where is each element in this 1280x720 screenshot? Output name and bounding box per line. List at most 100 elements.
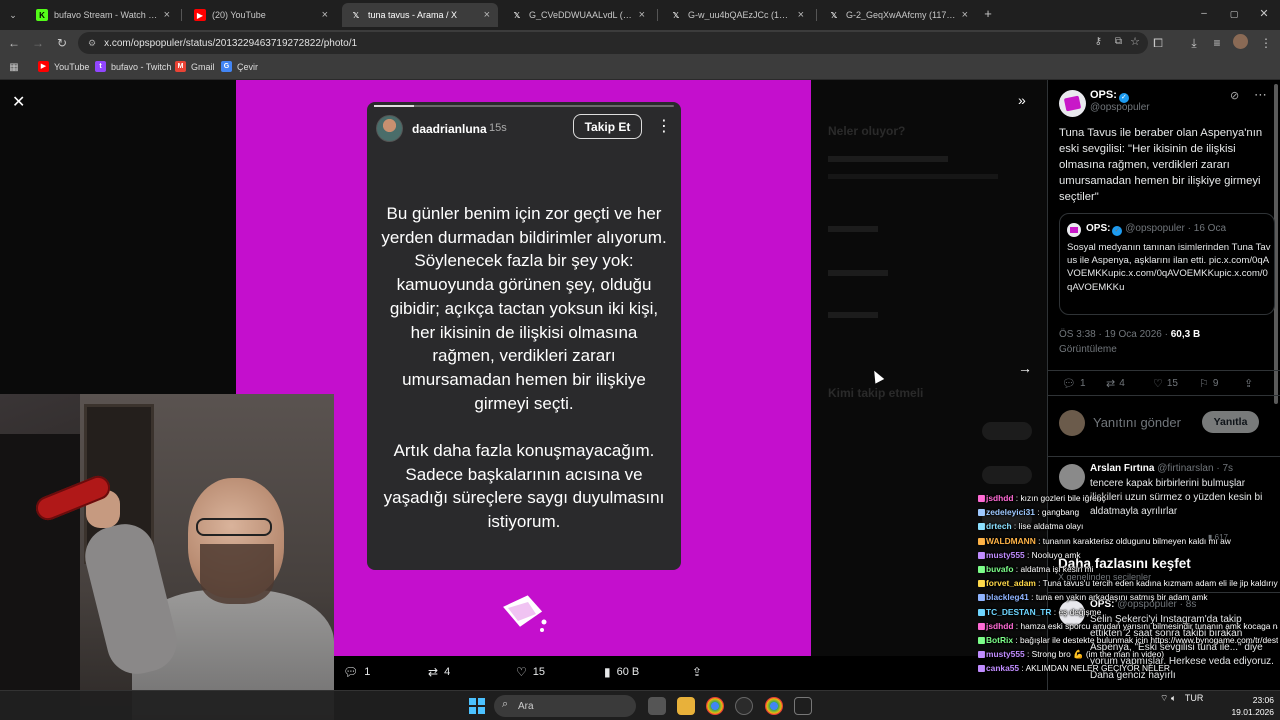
tab-kick[interactable]: K bufavo Stream - Watch Live on ×: [28, 3, 178, 27]
user-avatar: [1059, 410, 1085, 436]
forward-icon[interactable]: →: [30, 35, 46, 51]
profile-avatar[interactable]: [1233, 34, 1248, 49]
obs-icon[interactable]: [735, 697, 753, 715]
next-photo-icon[interactable]: →: [1018, 360, 1032, 376]
story-time: 15s: [489, 122, 507, 134]
volume-icon[interactable]: 🔈︎: [1171, 693, 1176, 703]
new-tab-icon[interactable]: +: [980, 6, 996, 22]
share-button[interactable]: ⇪: [1244, 377, 1257, 390]
terminal-icon[interactable]: [794, 697, 812, 715]
menu-icon[interactable]: ⋮: [1258, 35, 1274, 51]
quoted-date: 16 Oca: [1193, 223, 1227, 234]
more-options-icon[interactable]: ⋯: [1254, 87, 1267, 103]
tweet-timestamp[interactable]: ÖS 3:38 · 19 Oca 2026: [1059, 329, 1162, 340]
photo-reply-button[interactable]: 💬︎ 1: [343, 665, 370, 679]
close-tab-icon[interactable]: ×: [639, 9, 645, 21]
bookmark-translate[interactable]: G Çevir: [221, 61, 258, 72]
reply-icon: 💬︎: [343, 665, 359, 679]
windows-taskbar: ⌕ Ara ⌔ 🔈︎ TUR 23:06 19.01.2026: [0, 690, 1280, 720]
system-tray[interactable]: ⌔ 🔈︎ TUR: [1160, 693, 1203, 704]
reply-avatar[interactable]: [1059, 464, 1085, 490]
tab-image-1[interactable]: 𝕏 G_CVeDDWUAALvdL (922×2048) ×: [503, 3, 653, 27]
bookmark-star-icon[interactable]: ☆: [1130, 35, 1140, 48]
close-tab-icon[interactable]: ×: [962, 9, 968, 21]
retweet-button[interactable]: ⇄ 4: [1106, 377, 1125, 390]
task-view-icon[interactable]: [648, 697, 666, 715]
apps-grid-icon[interactable]: ▦: [6, 60, 22, 76]
grok-icon[interactable]: ⊘: [1230, 89, 1239, 102]
reload-icon[interactable]: ↻: [54, 35, 70, 51]
taskbar-clock[interactable]: 23:06 19.01.2026: [1222, 694, 1274, 718]
chrome-profile-icon[interactable]: [765, 697, 783, 715]
chat-badge-icon: [978, 580, 985, 588]
views-count: 60,3 B: [1170, 329, 1201, 340]
taskbar-search[interactable]: ⌕ Ara: [494, 695, 636, 717]
close-tab-icon[interactable]: ×: [322, 9, 328, 21]
trends-heading: Neler oluyor?: [828, 124, 906, 138]
chat-text: lise aldatma olayı: [1018, 521, 1084, 532]
language-indicator[interactable]: TUR: [1185, 693, 1204, 703]
address-bar[interactable]: ⚙ x.com/opspopuler/status/20132294637192…: [78, 32, 1148, 54]
wifi-icon[interactable]: ⌔: [1160, 693, 1168, 703]
chat-badge-icon: [978, 523, 985, 531]
chat-text: Nooluyo amk: [1031, 549, 1081, 560]
quoted-tweet[interactable]: OPS: ✓ @opspopuler · 16 Oca Sosyal medyan…: [1059, 213, 1275, 315]
chat-text: gangbang: [1041, 507, 1080, 518]
chat-badge-icon: [978, 651, 985, 659]
verified-badge-icon: ✓: [1112, 226, 1123, 236]
password-key-icon[interactable]: ⚷: [1095, 36, 1102, 47]
reply-button[interactable]: 💬︎ 1: [1062, 377, 1086, 390]
close-viewer-icon[interactable]: ✕: [12, 92, 25, 112]
minimize-icon[interactable]: –: [1196, 6, 1212, 22]
chat-badge-icon: [978, 495, 985, 502]
site-info-icon[interactable]: ⚙: [88, 38, 96, 49]
chat-username: jsdhdd: [986, 620, 1014, 631]
bookmark-twitch[interactable]: t bufavo - Twitch: [95, 61, 171, 72]
maximize-icon[interactable]: ▢: [1226, 6, 1242, 22]
chat-text: aldatma işi kesin mi: [1020, 564, 1094, 575]
reply-author-name[interactable]: Arslan Fırtına: [1090, 463, 1154, 474]
chat-text: Strong bro 💪 (im the man in video): [1031, 649, 1165, 660]
chat-text: hamza eski sporcu amıdan yarısını bilmes…: [1020, 620, 1278, 631]
chat-message: jsdhdd : hamza eski sporcu amıdan yarısı…: [978, 619, 1278, 633]
tweet-actions: 💬︎ 1 ⇄ 4 ♡ 15 ⚐ 9 ⇪: [1048, 370, 1280, 396]
author-avatar[interactable]: [1059, 90, 1086, 117]
reply-input[interactable]: Yanıtını gönder: [1093, 415, 1181, 430]
tweet-text: Tuna Tavus ile beraber olan Aspenya'nın …: [1059, 127, 1263, 203]
chat-message: drtech : lise aldatma olayı: [978, 519, 1278, 533]
like-button[interactable]: ♡ 15: [1153, 377, 1178, 390]
photo-like-button[interactable]: ♡ 15: [516, 665, 545, 679]
author-name[interactable]: OPS: ✓: [1090, 89, 1129, 103]
tab-search-icon[interactable]: ⌄: [5, 7, 21, 23]
window-close-icon[interactable]: ✕: [1256, 6, 1272, 22]
install-app-icon[interactable]: ⧉: [1115, 36, 1122, 47]
file-explorer-icon[interactable]: [677, 697, 695, 715]
tab-image-2[interactable]: 𝕏 G-w_uu4bQAEzJCc (1440×1920) ×: [662, 3, 812, 27]
tab-image-3[interactable]: 𝕏 G-2_GeqXwAAfcmy (1179×1334) ×: [820, 3, 976, 27]
photo-share-button[interactable]: ⇪: [692, 665, 708, 679]
chat-username: canka55: [986, 663, 1020, 674]
more-options-icon: ⋮: [656, 118, 672, 135]
photo-views[interactable]: ▮ 60 B: [604, 665, 639, 679]
bookmark-button[interactable]: ⚐ 9: [1199, 377, 1218, 390]
close-tab-icon[interactable]: ×: [798, 9, 804, 21]
expand-panel-icon[interactable]: »: [1018, 92, 1026, 108]
extensions-icon[interactable]: ⧠: [1150, 35, 1166, 51]
chat-message: buvafo : aldatma işi kesin mi: [978, 562, 1278, 576]
story-text-paragraph-1: Bu günler benim için zor geçti ve her ye…: [381, 204, 667, 413]
close-tab-icon[interactable]: ×: [164, 9, 170, 21]
bookmark-gmail[interactable]: M Gmail: [175, 61, 215, 72]
photo-retweet-button[interactable]: ⇄ 4: [428, 665, 450, 679]
reply-submit-button[interactable]: Yanıtla: [1202, 411, 1259, 433]
start-windows-icon[interactable]: [469, 698, 485, 714]
tab-x-search[interactable]: 𝕏 tuna tavus - Arama / X ×: [342, 3, 498, 27]
chat-username: WALDMANN: [986, 535, 1036, 546]
author-handle[interactable]: @opspopuler: [1090, 102, 1150, 113]
tab-youtube[interactable]: ▶ (20) YouTube ×: [186, 3, 336, 27]
close-tab-icon[interactable]: ×: [484, 9, 490, 21]
chrome-icon[interactable]: [706, 697, 724, 715]
download-icon[interactable]: ⤓: [1186, 35, 1202, 51]
media-control-icon[interactable]: ≡: [1209, 35, 1225, 51]
back-icon[interactable]: ←: [6, 35, 22, 51]
bookmark-youtube[interactable]: ▶ YouTube: [38, 61, 89, 72]
